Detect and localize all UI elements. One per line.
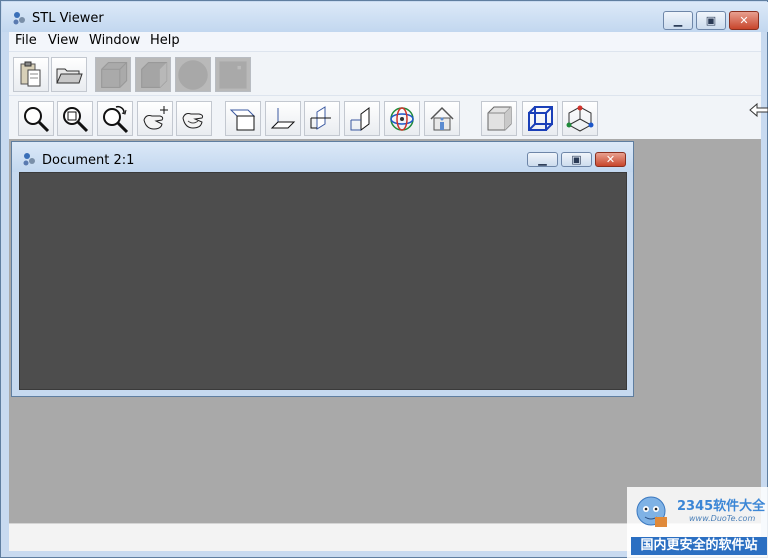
document-logo-icon <box>23 153 35 166</box>
sphere-button[interactable] <box>175 57 211 92</box>
left-view-button[interactable] <box>304 101 340 136</box>
right-view-button[interactable] <box>344 101 380 136</box>
watermark-slogan: 国内更安全的软件站 <box>631 537 767 555</box>
zoom-window-button[interactable] <box>57 101 93 136</box>
box-side-icon <box>141 61 168 88</box>
view-toolbar <box>9 95 761 139</box>
maximize-icon: ▣ <box>705 14 717 27</box>
home-view-icon <box>430 106 454 130</box>
file-toolbar <box>9 51 761 95</box>
pan-hand-icon <box>143 105 168 130</box>
document-maximize-button[interactable]: ▣ <box>561 152 592 167</box>
document-title: Document 2:1 <box>42 153 135 168</box>
zoom-window-icon <box>63 106 89 132</box>
view-right-icon <box>350 106 370 131</box>
solid-cube-icon <box>487 106 512 130</box>
view-left-icon <box>310 105 331 130</box>
zoom-icon <box>24 106 50 132</box>
axes-button[interactable] <box>562 101 598 136</box>
document-title-bar[interactable]: Document 2:1 ▁ ▣ ✕ <box>12 142 633 172</box>
front-view-button[interactable] <box>225 101 261 136</box>
maximize-button[interactable]: ▣ <box>696 11 726 30</box>
orbit-view-button[interactable] <box>384 101 420 136</box>
minimize-button[interactable]: ▁ <box>663 11 693 30</box>
shaded-box-button[interactable] <box>95 57 131 92</box>
close-icon: ✕ <box>605 153 616 166</box>
watermark-url: www.DuoTe.com <box>689 514 756 523</box>
wire-cube-icon <box>528 105 553 131</box>
home-view-button[interactable] <box>424 101 460 136</box>
app-logo-icon <box>13 12 25 25</box>
rotate-button[interactable] <box>176 101 212 136</box>
rotate-hand-icon <box>182 112 204 129</box>
pan-button[interactable] <box>137 101 173 136</box>
minimize-icon: ▁ <box>673 14 683 27</box>
zoom-dynamic-icon <box>103 105 129 133</box>
minimize-icon: ▁ <box>538 153 547 166</box>
paste-button[interactable] <box>13 57 49 92</box>
menu-bar: File View Window Help <box>9 32 761 51</box>
paste-icon <box>20 61 41 86</box>
close-icon: ✕ <box>739 14 749 27</box>
3d-viewport[interactable] <box>19 172 627 390</box>
solid-cube-button[interactable] <box>481 101 517 136</box>
watermark: 2345软件大全 www.DuoTe.com 国内更安全的软件站 <box>627 487 768 559</box>
axes-icon <box>566 105 594 132</box>
top-view-button[interactable] <box>265 101 301 136</box>
view-orbit-icon <box>390 106 414 131</box>
zoom-button[interactable] <box>18 101 54 136</box>
side-box-button[interactable] <box>135 57 171 92</box>
close-button[interactable]: ✕ <box>729 11 759 30</box>
restore-icon: ▣ <box>571 153 582 166</box>
view-top-icon <box>270 107 296 128</box>
open-folder-icon <box>56 68 83 83</box>
menu-help[interactable]: Help <box>150 33 180 48</box>
menu-file[interactable]: File <box>15 33 37 48</box>
document-close-button[interactable]: ✕ <box>595 152 626 167</box>
sphere-icon <box>178 59 208 90</box>
menu-window[interactable]: Window <box>89 33 140 48</box>
flat-square-icon <box>219 60 247 89</box>
flat-square-button[interactable] <box>215 57 251 92</box>
main-window: STL Viewer ▁ ▣ ✕ File View Window Help D… <box>0 0 768 559</box>
view-front-icon <box>229 109 256 130</box>
box-shaded-icon <box>101 61 128 88</box>
zoom-dynamic-button[interactable] <box>97 101 133 136</box>
document-minimize-button[interactable]: ▁ <box>527 152 558 167</box>
document-window: Document 2:1 ▁ ▣ ✕ <box>11 141 634 397</box>
window-title: STL Viewer <box>32 11 104 26</box>
mascot-logo-icon <box>636 496 667 527</box>
menu-view[interactable]: View <box>48 33 79 48</box>
watermark-brand: 2345软件大全 <box>677 499 766 514</box>
title-bar[interactable]: STL Viewer ▁ ▣ ✕ <box>2 2 768 32</box>
toolbar-overflow-arrow-icon[interactable] <box>749 102 768 118</box>
wire-cube-button[interactable] <box>522 101 558 136</box>
open-button[interactable] <box>51 57 87 92</box>
